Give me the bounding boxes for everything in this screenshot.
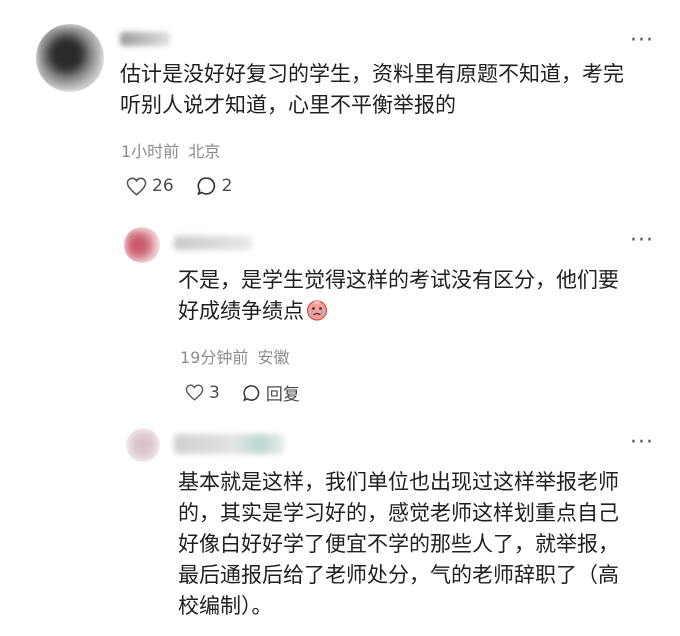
avatar[interactable] [126, 428, 160, 462]
timestamp: 1小时前 [121, 142, 180, 161]
timestamp: 19分钟前 [180, 348, 249, 367]
location: 安徽 [257, 348, 290, 367]
more-icon[interactable]: ··· [630, 432, 654, 454]
like-count: 26 [152, 176, 174, 196]
comment-button[interactable]: 2 [196, 176, 233, 196]
reply-label: 回复 [265, 385, 300, 405]
reply-comment-1: ··· 不是，是学生觉得这样的考试没有区分，他们要 好成绩争绩点 19分钟前 安… [0, 205, 680, 410]
comment-meta: 1小时前 北京 [121, 138, 220, 162]
comment-icon [243, 384, 260, 401]
avatar[interactable] [124, 227, 160, 263]
comment-actions: 3 回复 [185, 380, 322, 405]
comment-icon [196, 177, 215, 196]
heart-icon [126, 177, 147, 196]
avatar[interactable] [36, 24, 104, 92]
comment-text: 估计是没好好复习的学生，资料里有原题不知道，考完 听别人说才知道，心里不平衡举报… [120, 62, 624, 117]
like-button[interactable]: 3 [185, 383, 220, 403]
reply-comment-2: ··· 基本就是这样，我们单位也出现过这样举报老师 的，其实是学习好的，感觉老师… [0, 410, 680, 636]
like-button[interactable]: 26 [126, 176, 174, 196]
username-blurred[interactable] [174, 434, 284, 454]
comment-text: 基本就是这样，我们单位也出现过这样举报老师 的，其实是学习好的，感觉老师这样划重… [178, 470, 619, 618]
more-icon[interactable]: ··· [630, 230, 654, 252]
comment-actions: 26 2 [126, 176, 254, 196]
username-blurred[interactable] [120, 32, 170, 46]
location: 北京 [188, 142, 221, 161]
comment-text: 不是，是学生觉得这样的考试没有区分，他们要 好成绩争绩点 [178, 268, 619, 323]
comment-meta: 19分钟前 安徽 [180, 344, 289, 368]
username-blurred[interactable] [174, 236, 252, 250]
reply-count: 2 [221, 176, 233, 196]
more-icon[interactable]: ··· [630, 30, 654, 52]
crying-face-emoji [306, 299, 328, 321]
reply-button[interactable]: 回复 [242, 380, 300, 405]
heart-icon [185, 384, 204, 401]
like-count: 3 [209, 382, 220, 403]
comment-1: ··· 估计是没好好复习的学生，资料里有原题不知道，考完 听别人说才知道，心里不… [0, 0, 680, 205]
